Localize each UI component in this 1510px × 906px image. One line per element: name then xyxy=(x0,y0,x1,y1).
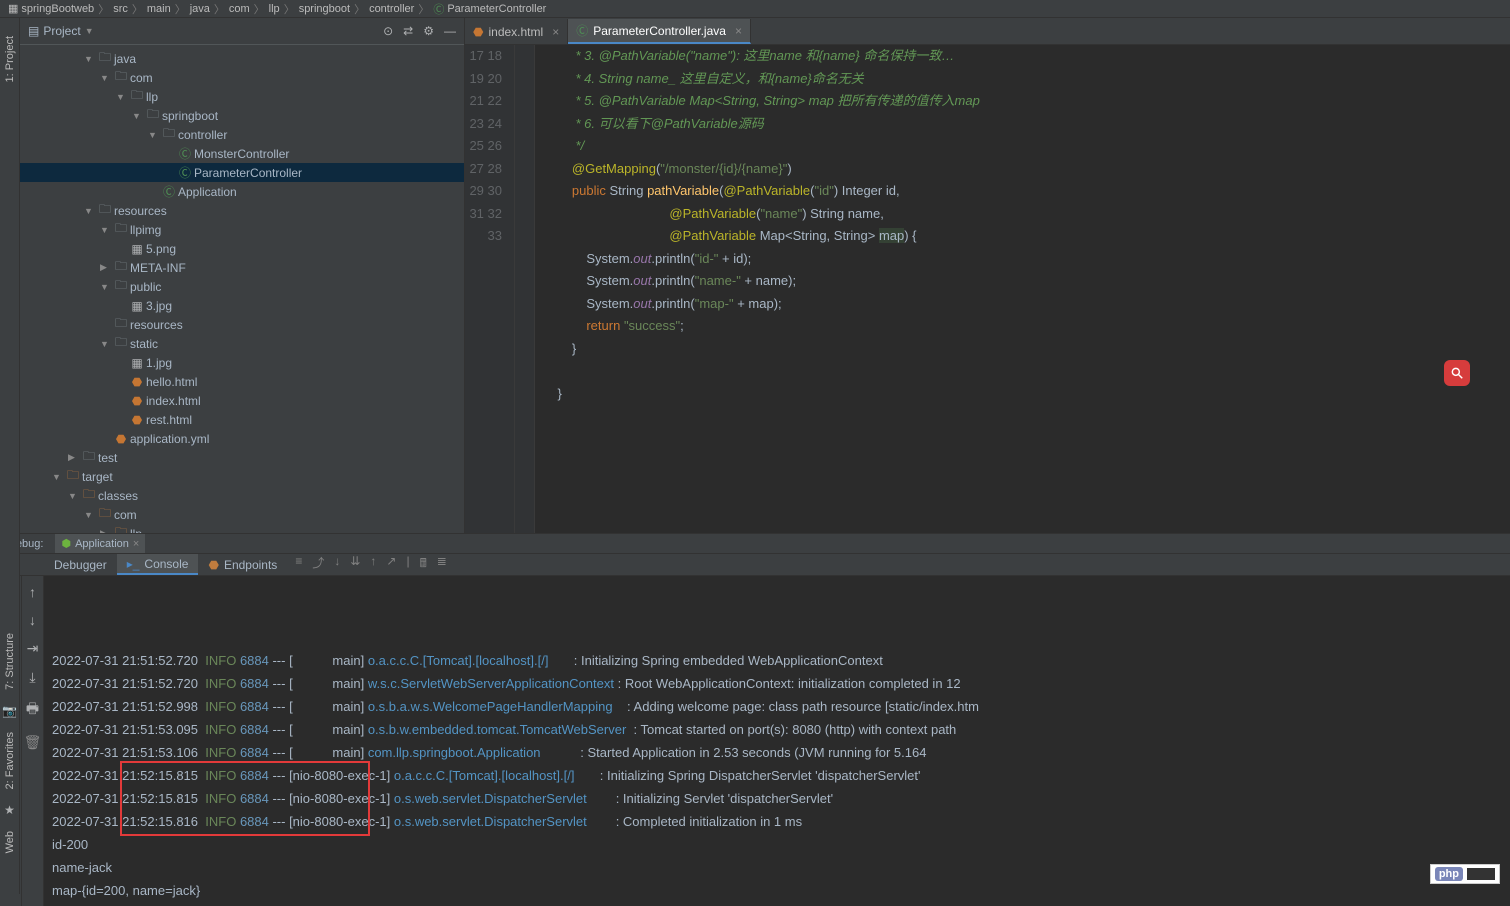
step-over-icon[interactable]: ≡ xyxy=(295,554,302,575)
tree-node[interactable]: ▼🗀controller xyxy=(20,125,464,144)
up-icon[interactable]: ↑ xyxy=(29,584,36,600)
down-icon[interactable]: ↓ xyxy=(29,612,36,628)
breadcrumb-item[interactable]: springboot xyxy=(299,3,350,15)
tree-node[interactable]: ▼🗀public xyxy=(20,277,464,296)
threads-icon[interactable]: ≣ xyxy=(437,554,447,575)
locate-icon[interactable]: ⊙ xyxy=(383,24,393,38)
left-tool-rail: 1: Project xyxy=(0,18,20,533)
code-content[interactable]: * 3. @PathVariable("name"): 这里name 和{nam… xyxy=(535,45,1510,533)
run-to-cursor-icon[interactable]: ↑ xyxy=(370,554,376,575)
tree-node[interactable]: ▶🗀test xyxy=(20,448,464,467)
force-step-icon[interactable]: ⇊ xyxy=(350,554,360,575)
debug-panel: Debug: ⬢ Application × Debugger ▸_ Conso… xyxy=(0,533,1510,888)
tree-node[interactable]: ▼🗀llp xyxy=(20,87,464,106)
breadcrumb-item[interactable]: ⒸParameterController xyxy=(433,1,546,17)
tree-node[interactable]: ▼🗀com xyxy=(20,505,464,524)
project-panel: ▤ Project ▼ ⊙ ⇄ ⚙ — ▼🗀java▼🗀com▼🗀llp▼🗀sp… xyxy=(20,18,465,533)
tree-node[interactable]: ▦5.png xyxy=(20,239,464,258)
breadcrumb-item[interactable]: controller xyxy=(369,3,414,15)
console-icon: ▸_ xyxy=(127,557,140,571)
tree-node[interactable]: ▼🗀springboot xyxy=(20,106,464,125)
tree-node[interactable]: ▼🗀resources xyxy=(20,201,464,220)
php-watermark: php xyxy=(1430,864,1500,884)
editor-tabs: ⬣index.html×ⒸParameterController.java× xyxy=(465,18,1510,45)
scroll-icon[interactable]: ⤓ xyxy=(29,669,35,686)
icon-gutter xyxy=(515,45,535,533)
console-action-rail: ↑ ↓ ⇥ ⤓ 🖶 🗑 xyxy=(22,576,44,906)
debug-config-tab[interactable]: ⬢ Application × xyxy=(55,534,145,553)
breadcrumb-item[interactable]: src xyxy=(113,3,128,15)
tree-node[interactable]: ▼🗀com xyxy=(20,68,464,87)
tab-endpoints[interactable]: ⬣ Endpoints xyxy=(198,554,287,575)
tree-node[interactable]: ▼🗀static xyxy=(20,334,464,353)
tree-node[interactable]: ▶🗀llp xyxy=(20,524,464,533)
tree-node[interactable]: ▼🗀java xyxy=(20,49,464,68)
favorites-tool-button[interactable]: 2: Favorites xyxy=(4,732,16,789)
close-icon[interactable]: × xyxy=(133,538,139,550)
tree-node[interactable]: ⒸParameterController xyxy=(20,163,464,182)
breadcrumb-item[interactable]: main xyxy=(147,3,171,15)
tree-node[interactable]: ▦1.jpg xyxy=(20,353,464,372)
tree-node[interactable]: ▦3.jpg xyxy=(20,296,464,315)
tree-node[interactable]: ▼🗀classes xyxy=(20,486,464,505)
camera-icon[interactable]: 📷 xyxy=(2,704,17,718)
breadcrumb-item[interactable]: java xyxy=(190,3,210,15)
project-tree[interactable]: ▼🗀java▼🗀com▼🗀llp▼🗀springboot▼🗀controller… xyxy=(20,45,464,533)
project-tool-button[interactable]: 1: Project xyxy=(4,36,16,82)
breadcrumb-item[interactable]: com xyxy=(229,3,250,15)
tree-node[interactable]: ▼🗀llpimg xyxy=(20,220,464,239)
project-view-icon: ▤ xyxy=(28,24,39,38)
search-icon[interactable] xyxy=(1444,360,1470,386)
calc-icon[interactable]: 🖩 xyxy=(420,554,427,575)
tab-debugger[interactable]: Debugger xyxy=(44,554,117,575)
clear-icon[interactable]: 🗑 xyxy=(24,734,42,751)
breadcrumb-item[interactable]: llp xyxy=(269,3,280,15)
chevron-down-icon[interactable]: ▼ xyxy=(85,26,94,36)
spring-icon: ⬢ xyxy=(61,537,71,550)
gear-icon[interactable]: ⚙ xyxy=(423,24,434,38)
code-editor[interactable]: 17 18 19 20 21 22 23 24 25 26 27 28 29 3… xyxy=(465,45,1510,533)
tree-node[interactable]: ⬣index.html xyxy=(20,391,464,410)
endpoints-icon: ⬣ xyxy=(208,558,218,572)
editor-tab[interactable]: ⬣index.html× xyxy=(465,19,568,44)
wrap-icon[interactable]: ⇥ xyxy=(27,640,39,657)
expand-icon[interactable]: ⇄ xyxy=(403,24,413,38)
step-into-icon[interactable]: ⤴ xyxy=(312,554,324,575)
left-tool-rail-lower: 7: Structure 📷 2: Favorites ★ Web xyxy=(0,533,20,894)
close-icon[interactable]: × xyxy=(735,24,742,38)
editor-tab[interactable]: ⒸParameterController.java× xyxy=(568,19,751,44)
tree-node[interactable]: ⬣application.yml xyxy=(20,429,464,448)
tree-node[interactable]: 🗀resources xyxy=(20,315,464,334)
line-gutter: 17 18 19 20 21 22 23 24 25 26 27 28 29 3… xyxy=(465,45,515,533)
hide-icon[interactable]: — xyxy=(444,24,456,38)
step-out-icon[interactable]: ↓ xyxy=(334,554,340,575)
tree-node[interactable]: ⒸApplication xyxy=(20,182,464,201)
breadcrumb-item[interactable]: ▦springBootweb xyxy=(8,2,94,15)
web-tool-button[interactable]: Web xyxy=(4,831,16,853)
star-icon[interactable]: ★ xyxy=(4,803,15,817)
print-icon[interactable]: 🖶 xyxy=(26,698,39,722)
tree-node[interactable]: ▼🗀target xyxy=(20,467,464,486)
tab-console[interactable]: ▸_ Console xyxy=(117,554,199,575)
tree-node[interactable]: ⬣hello.html xyxy=(20,372,464,391)
close-icon[interactable]: × xyxy=(552,25,559,39)
console-output[interactable]: 2022-07-31 21:51:52.720 INFO 6884 --- [ … xyxy=(44,576,1510,906)
tree-node[interactable]: ⬣rest.html xyxy=(20,410,464,429)
tree-node[interactable]: ▶🗀META-INF xyxy=(20,258,464,277)
tree-node[interactable]: ⒸMonsterController xyxy=(20,144,464,163)
panel-title[interactable]: Project xyxy=(43,24,80,38)
evaluate-icon[interactable]: ↗ xyxy=(386,554,396,575)
breadcrumb: ▦springBootweb〉src〉main〉java〉com〉llp〉spr… xyxy=(0,0,1510,18)
structure-tool-button[interactable]: 7: Structure xyxy=(4,633,16,690)
